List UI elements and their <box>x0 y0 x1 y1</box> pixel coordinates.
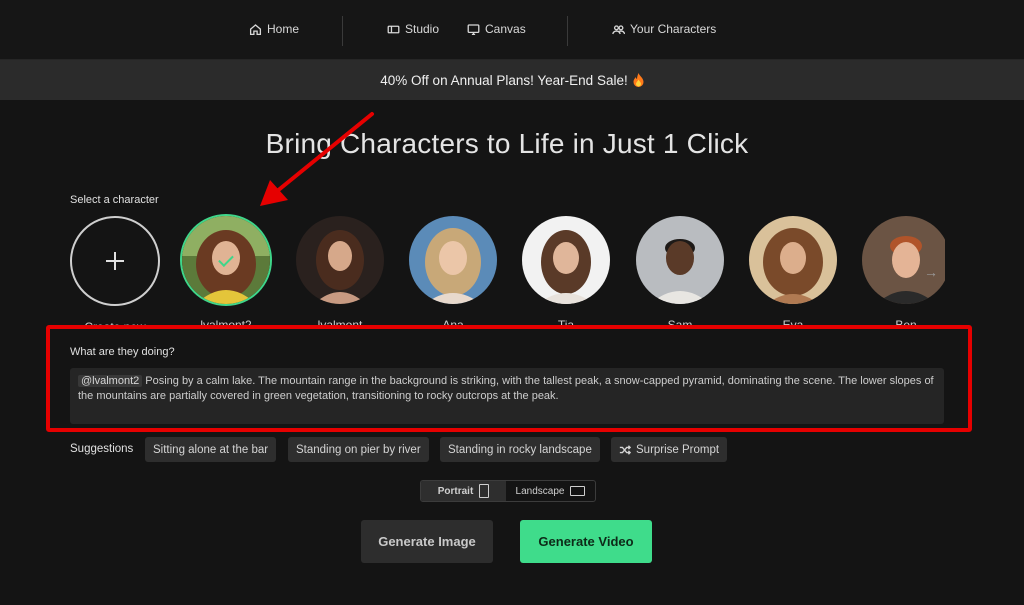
prompt-label: What are they doing? <box>70 346 175 358</box>
create-new-character[interactable]: Create new <box>69 216 161 328</box>
avatar <box>862 216 945 304</box>
character-name: Ben <box>895 318 917 328</box>
character-card-eva[interactable]: Eva <box>747 216 839 328</box>
generate-video-button[interactable]: Generate Video <box>520 520 652 563</box>
page-headline: Bring Characters to Life in Just 1 Click <box>265 128 749 159</box>
character-name: lvalmont2 <box>200 318 252 328</box>
home-icon <box>249 23 262 35</box>
canvas-icon <box>467 23 480 35</box>
character-name: Tia <box>557 318 575 328</box>
nav-canvas[interactable]: Canvas <box>467 22 526 36</box>
select-character-label: Select a character <box>70 194 159 206</box>
users-icon <box>612 24 625 34</box>
avatar <box>182 216 270 304</box>
portrait-icon <box>479 484 490 498</box>
aspect-landscape-option[interactable]: Landscape <box>506 481 595 501</box>
nav-studio[interactable]: Studio <box>387 22 439 36</box>
fire-icon <box>633 73 644 87</box>
avatar <box>749 216 837 304</box>
character-card-sam[interactable]: Sam <box>634 216 726 328</box>
character-name: Ana <box>442 318 464 328</box>
character-name: Sam <box>667 318 693 328</box>
avatar <box>522 216 610 304</box>
annotation-arrow <box>260 112 374 206</box>
landscape-icon <box>570 486 586 496</box>
sale-banner-text: 40% Off on Annual Plans! Year-End Sale! <box>380 72 628 88</box>
top-nav: Home Studio Canvas Your Characters <box>0 0 1024 60</box>
aspect-landscape-label: Landscape <box>515 485 565 497</box>
character-card-tia[interactable]: Tia <box>520 216 612 328</box>
nav-canvas-label: Canvas <box>485 22 526 36</box>
aspect-portrait-label: Portrait <box>437 485 474 497</box>
prompt-textarea[interactable]: @lvalmont2 Posing by a calm lake. The mou… <box>70 368 944 424</box>
shuffle-icon <box>619 444 631 455</box>
suggestion-chip[interactable]: Standing on pier by river <box>288 437 429 462</box>
avatar <box>636 216 724 304</box>
character-card-lvalmont2[interactable]: lvalmont2 <box>180 216 272 328</box>
studio-icon <box>387 25 400 33</box>
suggestion-chip-label: Sitting alone at the bar <box>153 443 269 456</box>
character-card-ana[interactable]: Ana <box>407 216 499 328</box>
surprise-prompt-button[interactable]: Surprise Prompt <box>611 437 728 462</box>
suggestion-chip-label: Standing in rocky landscape <box>448 443 592 456</box>
suggestions-label: Suggestions <box>70 443 134 455</box>
prompt-text: Posing by a calm lake. The mountain rang… <box>78 375 934 402</box>
character-name: Eva <box>782 318 804 328</box>
surprise-prompt-label: Surprise Prompt <box>636 443 720 456</box>
character-card-lvalmont[interactable]: lvalmont <box>294 216 386 328</box>
nav-studio-label: Studio <box>405 22 440 36</box>
avatar <box>296 216 384 304</box>
nav-home[interactable]: Home <box>249 22 299 36</box>
avatar <box>409 216 497 304</box>
arrow-right-icon[interactable]: → <box>924 264 938 280</box>
nav-divider <box>567 16 568 46</box>
character-mention-tag[interactable]: @lvalmont2 <box>78 375 143 387</box>
sale-banner[interactable]: 40% Off on Annual Plans! Year-End Sale! <box>0 60 1024 100</box>
aspect-ratio-toggle: Portrait Landscape <box>420 480 596 502</box>
generate-image-button[interactable]: Generate Image <box>361 520 493 563</box>
suggestion-chip[interactable]: Standing in rocky landscape <box>440 437 600 462</box>
nav-divider <box>342 16 343 46</box>
nav-your-characters-label: Your Characters <box>630 22 717 36</box>
suggestion-chip[interactable]: Sitting alone at the bar <box>145 437 277 462</box>
character-carousel: Create new lvalmont2 lvalmont Ana Tia Sa… <box>60 212 945 328</box>
aspect-portrait-option[interactable]: Portrait <box>421 481 507 501</box>
character-name: Create new <box>84 320 146 328</box>
nav-your-characters[interactable]: Your Characters <box>612 22 716 36</box>
suggestion-chip-label: Standing on pier by river <box>296 443 421 456</box>
character-name: lvalmont <box>317 318 363 328</box>
nav-home-label: Home <box>267 22 300 36</box>
plus-icon <box>70 216 160 306</box>
